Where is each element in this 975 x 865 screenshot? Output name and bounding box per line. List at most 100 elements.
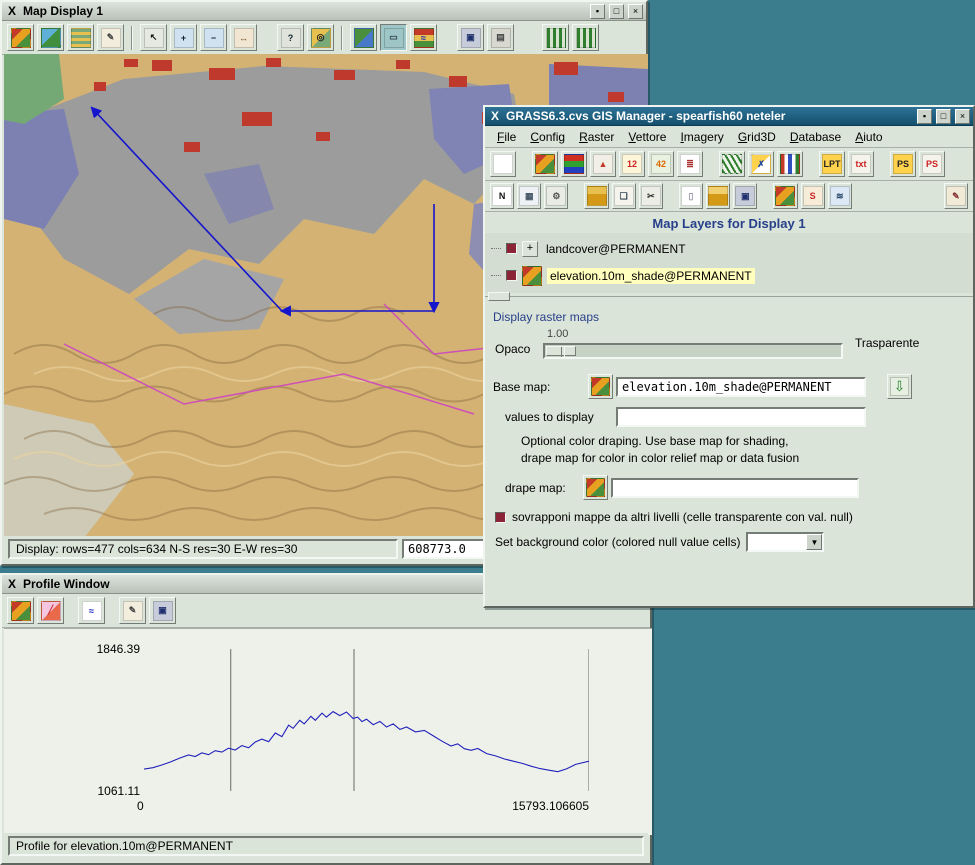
add-chart-icon[interactable] xyxy=(777,151,803,177)
menu-database[interactable]: Database xyxy=(784,128,847,146)
settings-gear-icon[interactable]: ⚙ xyxy=(544,183,568,209)
add-cats-icon[interactable]: 42 xyxy=(648,151,674,177)
maximize-button[interactable]: □ xyxy=(936,109,951,124)
profile-icon: ≈ xyxy=(414,28,434,48)
layer-row[interactable]: + landcover@PERMANENT xyxy=(491,235,973,262)
cut-icon[interactable]: ✂ xyxy=(639,183,663,209)
draw-transect-icon[interactable]: ╱ xyxy=(37,597,64,624)
add-vector-icon[interactable] xyxy=(719,151,745,177)
add-rgb-icon[interactable] xyxy=(561,151,587,177)
map-status-text: Display: rows=477 cols=634 N-S res=30 E-… xyxy=(8,539,398,559)
render-strip-icon-1[interactable] xyxy=(542,24,569,51)
new-file-icon[interactable]: ▯ xyxy=(679,183,703,209)
edit-display-icon: ✎ xyxy=(101,28,121,48)
menu-vettore[interactable]: Vettore xyxy=(622,128,672,146)
zoom-to-map-icon[interactable]: ◎ xyxy=(307,24,334,51)
add-histogram-icon: ▲ xyxy=(593,154,613,174)
layer-checkbox[interactable] xyxy=(506,270,517,281)
open-group-icon[interactable] xyxy=(584,183,608,209)
maximize-button[interactable]: □ xyxy=(609,4,624,19)
dual-display-icon xyxy=(41,28,61,48)
add-ps-labels-icon[interactable]: PS xyxy=(890,151,916,177)
add-grid-icon[interactable]: ▦ xyxy=(517,183,541,209)
pane-divider[interactable] xyxy=(485,296,973,306)
add-legend-icon[interactable]: ≣ xyxy=(677,151,703,177)
measure-icon[interactable]: ▭ xyxy=(380,24,407,51)
copy-icon[interactable]: ❏ xyxy=(612,183,636,209)
minimize-button[interactable]: ▪ xyxy=(590,4,605,19)
zoom-out-icon[interactable]: − xyxy=(200,24,227,51)
window-menu-icon[interactable]: X xyxy=(488,109,502,123)
script-icon[interactable]: S xyxy=(801,183,825,209)
print-display-icon[interactable]: ▤ xyxy=(487,24,514,51)
add-text-icon[interactable]: txt xyxy=(848,151,874,177)
save-display-icon[interactable]: ▣ xyxy=(457,24,484,51)
render-strip-icon-2[interactable] xyxy=(572,24,599,51)
layer-list: + landcover@PERMANENT elevation.10m_shade@… xyxy=(485,233,973,293)
minimize-button[interactable]: ▪ xyxy=(917,109,932,124)
pan-icon[interactable]: ↔ xyxy=(230,24,257,51)
overlay-checkbox[interactable] xyxy=(495,512,506,523)
add-cell-values-icon: 12 xyxy=(622,154,642,174)
open-file-icon[interactable] xyxy=(706,183,730,209)
profile-icon[interactable]: ≈ xyxy=(410,24,437,51)
north-arrow-icon[interactable]: N xyxy=(490,183,514,209)
menu-imagery[interactable]: Imagery xyxy=(674,128,729,146)
opacity-slider-handle[interactable] xyxy=(546,346,576,356)
draw-profile-icon[interactable]: ≈ xyxy=(78,597,105,624)
menu-file[interactable]: File xyxy=(491,128,522,146)
select-raster-icon[interactable] xyxy=(588,374,613,399)
zoom-to-display-icon[interactable] xyxy=(773,183,797,209)
zoom-to-selected-map-button[interactable]: ⇩ xyxy=(887,374,912,399)
menu-aiuto[interactable]: Aiuto xyxy=(849,128,888,146)
gis-manager-toolbar-1: ▲ 12 42≣ ✗ LPTtxt PSPS xyxy=(485,148,973,181)
base-map-field[interactable] xyxy=(616,377,866,397)
close-button[interactable]: × xyxy=(955,109,970,124)
add-raster-icon[interactable] xyxy=(532,151,558,177)
add-histogram-icon[interactable]: ▲ xyxy=(590,151,616,177)
pane-sash-handle[interactable] xyxy=(488,292,510,301)
pointer-icon[interactable]: ↖ xyxy=(140,24,167,51)
query-icon[interactable]: ? xyxy=(277,24,304,51)
add-thematic-icon[interactable]: ✗ xyxy=(748,151,774,177)
values-to-display-field[interactable] xyxy=(616,407,866,427)
menu-grid3d[interactable]: Grid3D xyxy=(732,128,782,146)
add-labels-icon[interactable]: LPT xyxy=(819,151,845,177)
expand-layer-button[interactable]: + xyxy=(522,241,538,257)
select-drape-raster-icon[interactable] xyxy=(583,475,608,500)
gis-manager-titlebar[interactable]: X GRASS6.3.cvs GIS Manager - spearfish60… xyxy=(485,107,973,126)
opacity-slider[interactable] xyxy=(543,343,843,359)
layer-row[interactable]: elevation.10m_shade@PERMANENT xyxy=(491,262,973,289)
save-file-icon[interactable]: ▣ xyxy=(733,183,757,209)
values-to-display-label: values to display xyxy=(505,410,613,424)
group-layers-icon[interactable]: ≋ xyxy=(828,183,852,209)
background-color-dropdown[interactable]: ▼ xyxy=(746,532,824,552)
layer-label[interactable]: elevation.10m_shade@PERMANENT xyxy=(547,268,755,284)
layer-checkbox[interactable] xyxy=(506,243,517,254)
redraw-display-icon[interactable] xyxy=(7,24,34,51)
close-button[interactable]: × xyxy=(628,4,643,19)
map-display-titlebar[interactable]: X Map Display 1 ▪ □ × xyxy=(2,2,646,21)
window-menu-icon[interactable]: X xyxy=(5,4,19,18)
overlay-maps-icon[interactable] xyxy=(350,24,377,51)
menu-config[interactable]: Config xyxy=(524,128,571,146)
add-ps-text-icon[interactable]: PS xyxy=(919,151,945,177)
profile-options-icon[interactable]: ✎ xyxy=(119,597,146,624)
add-rgb-icon xyxy=(564,154,584,174)
add-cell-values-icon[interactable]: 12 xyxy=(619,151,645,177)
layer-label[interactable]: landcover@PERMANENT xyxy=(543,241,689,257)
dual-display-icon[interactable] xyxy=(37,24,64,51)
opacity-label: Opaco xyxy=(495,342,530,356)
edit-display-icon[interactable]: ✎ xyxy=(97,24,124,51)
select-raster-icon[interactable] xyxy=(7,597,34,624)
new-display-icon[interactable] xyxy=(490,151,516,177)
drape-map-field[interactable] xyxy=(611,478,859,498)
raster-cells-icon[interactable] xyxy=(67,24,94,51)
window-menu-icon[interactable]: X xyxy=(5,577,19,591)
menu-raster[interactable]: Raster xyxy=(573,128,620,146)
save-profile-icon[interactable]: ▣ xyxy=(149,597,176,624)
chevron-down-icon[interactable]: ▼ xyxy=(806,534,822,550)
digitize-icon[interactable]: ✎ xyxy=(944,183,968,209)
zoom-in-icon[interactable]: + xyxy=(170,24,197,51)
raster-icon xyxy=(591,377,610,396)
